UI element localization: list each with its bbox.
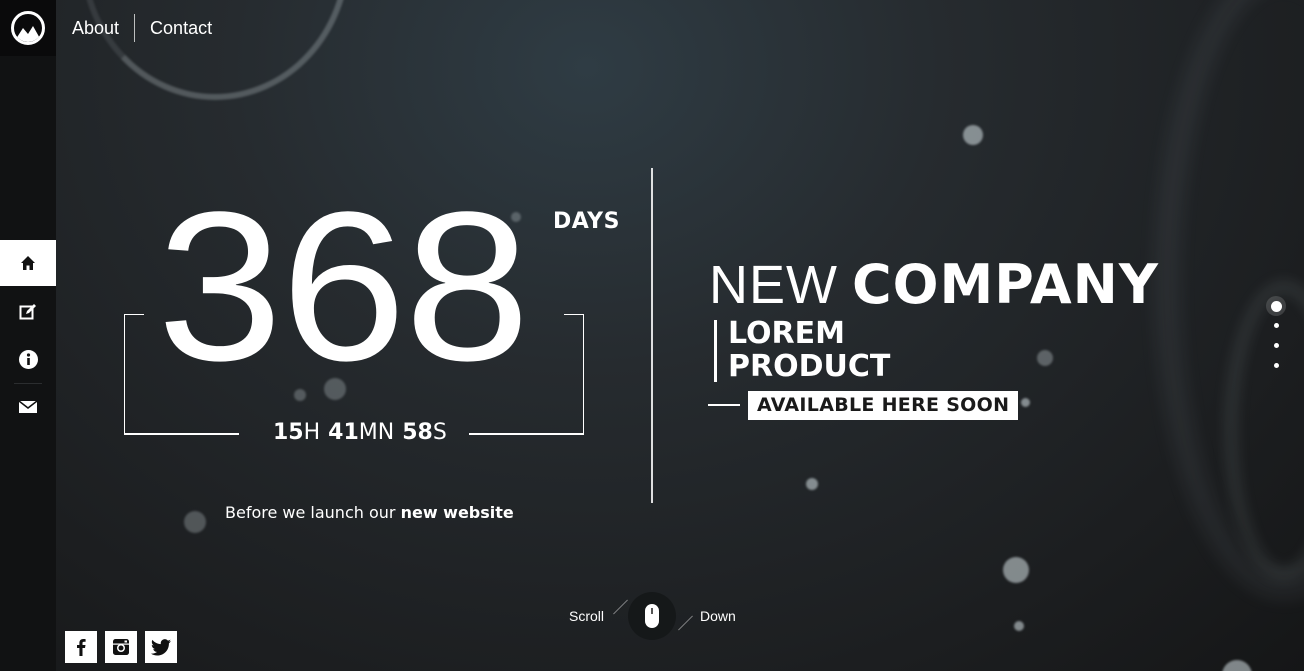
headline-bold: COMPANY (851, 253, 1159, 316)
scroll-down-button[interactable] (628, 592, 676, 640)
product-accent-bar (714, 320, 717, 382)
sidebar (0, 0, 56, 671)
bokeh-particle (184, 511, 206, 533)
headline-light: NEW (709, 255, 838, 315)
scroll-slash-left (613, 599, 628, 615)
availability-rule (708, 404, 740, 406)
countdown-days-value: 368 (157, 166, 530, 405)
scroll-label-right: Down (700, 608, 736, 624)
facebook-icon (77, 639, 86, 656)
sidebar-item-home[interactable] (0, 240, 56, 286)
countdown-bracket-left (124, 314, 144, 435)
twitter-icon (151, 638, 171, 655)
countdown-minutes: 41 (328, 420, 359, 445)
nav-link-contact[interactable]: Contact (150, 18, 212, 39)
bokeh-particle (1014, 621, 1024, 631)
sidebar-item-edit[interactable] (0, 289, 56, 335)
bokeh-particle (1222, 660, 1252, 671)
countdown-minutes-unit: MN (358, 420, 395, 445)
availability-badge: AVAILABLE HERE SOON (748, 391, 1019, 420)
countdown-hours-unit: H (303, 420, 321, 445)
center-divider (651, 168, 653, 503)
mountain-logo-icon (11, 11, 45, 45)
top-navigation: About Contact (72, 14, 212, 42)
bokeh-particle (1003, 557, 1029, 583)
countdown-seconds-unit: S (432, 420, 447, 445)
tagline-text: Before we launch our (225, 503, 396, 522)
countdown-underline-left (124, 433, 239, 435)
bokeh-particle (963, 125, 983, 145)
mouse-icon (645, 604, 659, 628)
pager-dot-2[interactable] (1274, 323, 1279, 328)
mail-icon (19, 401, 37, 413)
info-icon (18, 349, 38, 369)
countdown-bracket-right (564, 314, 584, 435)
company-headline: NEW COMPANY (709, 254, 1159, 316)
pager-dot-3[interactable] (1274, 343, 1279, 348)
facebook-button[interactable] (65, 631, 97, 663)
sidebar-item-info[interactable] (0, 336, 56, 382)
bokeh-particle (1037, 350, 1053, 366)
edit-icon (19, 304, 36, 320)
nav-separator (134, 14, 136, 42)
product-title: LOREM PRODUCT (728, 317, 890, 383)
instagram-icon (113, 639, 129, 655)
countdown-days-label: DAYS (553, 209, 620, 234)
scroll-label-left: Scroll (569, 608, 605, 624)
scroll-slash-right (678, 615, 693, 631)
pager-dot-4[interactable] (1274, 363, 1279, 368)
bokeh-particle (1021, 398, 1030, 407)
pager-dot-1[interactable] (1266, 296, 1286, 316)
twitter-button[interactable] (145, 631, 177, 663)
product-line-1: LOREM (728, 316, 845, 351)
launch-tagline: Before we launch our new website (225, 503, 514, 522)
background-swirl (1224, 280, 1304, 580)
countdown-timer: 15H 41MN 58S (273, 420, 447, 445)
site-logo[interactable] (0, 0, 56, 56)
bokeh-particle (806, 478, 818, 490)
countdown-underline-right (469, 433, 584, 435)
countdown-seconds: 58 (402, 420, 433, 445)
countdown-hours: 15 (273, 420, 304, 445)
product-line-2: PRODUCT (728, 349, 891, 384)
home-icon (21, 256, 35, 270)
tagline-highlight: new website (400, 503, 514, 522)
instagram-button[interactable] (105, 631, 137, 663)
nav-link-about[interactable]: About (72, 18, 119, 39)
sidebar-item-contact[interactable] (0, 384, 56, 430)
